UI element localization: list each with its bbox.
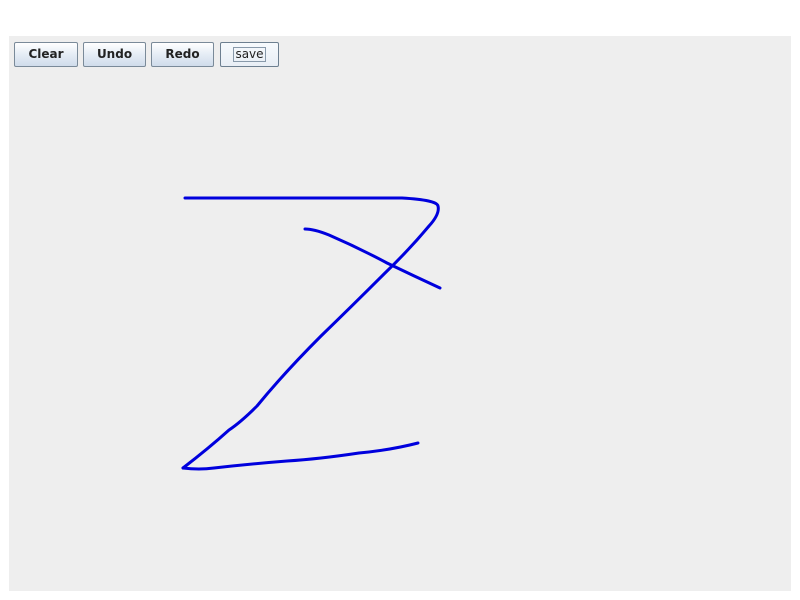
drawing-canvas[interactable] [9, 36, 791, 591]
paint-window: Clear Undo Redo save [9, 36, 791, 591]
save-button[interactable]: save [220, 42, 279, 67]
save-button-label: save [233, 47, 266, 62]
top-stroke [181, 196, 440, 470]
clear-button[interactable]: Clear [14, 42, 78, 67]
undo-button[interactable]: Undo [83, 42, 146, 67]
redo-button[interactable]: Redo [151, 42, 214, 67]
diagonal-stroke [181, 441, 420, 471]
